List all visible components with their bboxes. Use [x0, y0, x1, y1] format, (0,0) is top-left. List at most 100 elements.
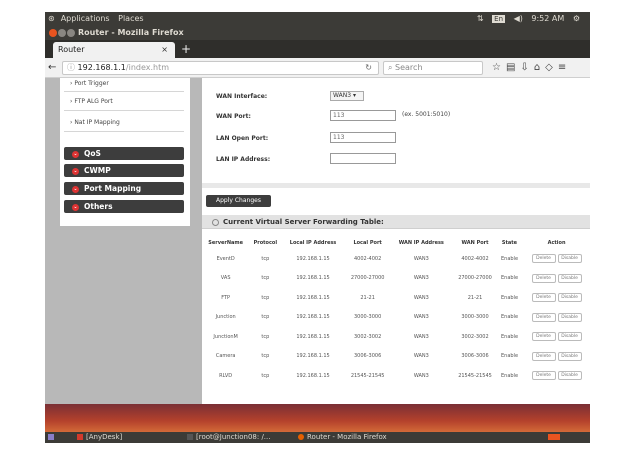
maximize-window-button[interactable]	[67, 29, 75, 37]
disable-button[interactable]: Disable	[557, 312, 582, 322]
table-cell: Enable	[500, 275, 519, 282]
disable-button[interactable]: Disable	[557, 332, 582, 342]
workspace-indicator[interactable]	[548, 432, 563, 443]
delete-button[interactable]: Delete	[531, 332, 556, 342]
sidebar-divider	[64, 131, 184, 132]
settings-gear-icon[interactable]: ⚙	[573, 14, 580, 23]
sidebar-divider	[64, 91, 184, 92]
table-cell: WAN3	[413, 333, 429, 340]
table-cell: tcp	[261, 353, 270, 360]
sidebar-link-ftp-alg-port[interactable]: › FTP ALG Port	[70, 98, 113, 105]
forwarding-table-section: Current Virtual Server Forwarding Table:…	[202, 215, 590, 404]
disable-button[interactable]: Disable	[557, 371, 582, 381]
table-cell: 192.168.1.15	[296, 372, 330, 379]
show-desktop-icon[interactable]	[48, 432, 57, 443]
table-cell: Enable	[500, 333, 519, 340]
table-cell: 192.168.1.15	[296, 294, 330, 301]
sidebar-menu-cwmp[interactable]: ⌄ CWMP	[64, 164, 184, 177]
applications-menu[interactable]: Applications	[61, 14, 110, 23]
table-cell-actions: Delete Disable	[521, 347, 590, 367]
table-cell: 3006-3006	[354, 353, 382, 360]
close-window-button[interactable]	[49, 29, 57, 37]
table-cell: 192.168.1.15	[296, 255, 330, 262]
terminal-icon	[187, 434, 193, 440]
bookmark-star-icon[interactable]: ☆	[492, 62, 506, 73]
places-menu[interactable]: Places	[118, 14, 143, 23]
navigation-bar: ← ⓘ 192.168.1.1/index.htm ↻ ⌕ Search ☆▤⇩…	[45, 58, 590, 78]
table-cell: 3002-3002	[354, 333, 382, 340]
url-path: /index.htm	[125, 63, 170, 72]
delete-button[interactable]: Delete	[531, 273, 556, 283]
lan-ip-address-label: LAN IP Address:	[216, 156, 271, 163]
delete-button[interactable]: Delete	[531, 371, 556, 381]
clock[interactable]: 9:52 AM	[531, 14, 564, 23]
wan-port-input[interactable]: 113	[330, 110, 396, 121]
table-cell: 192.168.1.15	[296, 333, 330, 340]
lan-ip-address-input[interactable]	[330, 153, 396, 164]
search-placeholder: Search	[395, 63, 423, 72]
top-panel: ⊛ Applications Places ⇅ En ◀) 9:52 AM ⚙	[45, 12, 590, 26]
taskbar: [AnyDesk] [root@Junction08: /... Router …	[45, 432, 590, 443]
delete-button[interactable]: Delete	[531, 254, 556, 264]
table-cell: WAN3	[413, 275, 429, 282]
disable-button[interactable]: Disable	[557, 254, 582, 264]
sidebar-menu-others[interactable]: ⌄ Others	[64, 200, 184, 213]
sidebar-link-port-trigger[interactable]: › Port Trigger	[70, 80, 109, 87]
sidebar-menu-qos[interactable]: ⌄ QoS	[64, 147, 184, 160]
toolbar-icons: ☆▤⇩⌂◇≡	[492, 61, 571, 75]
download-icon[interactable]: ⇩	[520, 62, 533, 73]
taskbar-item-firefox[interactable]: Router - Mozilla Firefox	[298, 432, 387, 443]
column-header: Protocol	[253, 239, 278, 246]
column-header: WAN IP Address	[398, 239, 444, 246]
reload-icon[interactable]: ↻	[365, 62, 372, 74]
delete-button[interactable]: Delete	[531, 351, 556, 361]
sidebar: › Port Trigger › FTP ALG Port › Nat IP M…	[60, 78, 190, 226]
ubuntu-logo-icon[interactable]: ⊛	[48, 14, 55, 23]
menu-icon[interactable]: ≡	[558, 62, 571, 73]
url-bar[interactable]: ⓘ 192.168.1.1/index.htm ↻	[62, 61, 379, 75]
tab-router[interactable]: Router ×	[53, 42, 175, 58]
table-cell: WAN3	[413, 314, 429, 321]
table-cell: WAN3	[413, 353, 429, 360]
table-cell: Enable	[500, 314, 519, 321]
forwarding-table-title[interactable]: Current Virtual Server Forwarding Table:	[202, 215, 590, 229]
search-input[interactable]: ⌕ Search	[383, 61, 483, 75]
new-tab-button[interactable]: +	[181, 41, 191, 57]
collapse-circle-icon[interactable]	[212, 218, 219, 226]
pocket-icon[interactable]: ◇	[545, 62, 558, 73]
column-header: Local Port	[353, 239, 382, 246]
delete-button[interactable]: Delete	[531, 312, 556, 322]
sidebar-menu-port-mapping[interactable]: ⌄ Port Mapping	[64, 182, 184, 195]
table-cell: 192.168.1.15	[296, 314, 330, 321]
apply-changes-button[interactable]: Apply Changes	[206, 195, 271, 207]
disable-button[interactable]: Disable	[557, 273, 582, 283]
table-cell: VAS	[220, 275, 231, 282]
table-cell: Enable	[500, 294, 519, 301]
table-cell: 21545-21545	[458, 372, 492, 379]
volume-icon[interactable]: ◀)	[514, 14, 523, 23]
tab-strip: Router × +	[45, 40, 590, 58]
taskbar-item-terminal[interactable]: [root@Junction08: /...	[187, 432, 270, 443]
forwarding-table: ServerName Protocol Local IP Address Loc…	[202, 236, 590, 386]
table-cell: 3006-3006	[461, 353, 489, 360]
library-icon[interactable]: ▤	[506, 62, 520, 73]
column-header: ServerName	[208, 239, 244, 246]
home-icon[interactable]: ⌂	[534, 62, 545, 73]
firefox-icon	[298, 434, 304, 440]
table-row: VAS tcp 192.168.1.15 27000-27000 WAN3 27000-2…	[202, 269, 590, 289]
form-divider	[202, 183, 590, 188]
wan-interface-select[interactable]: WAN3 ▾	[330, 91, 364, 101]
disable-button[interactable]: Disable	[557, 351, 582, 361]
keyboard-layout-indicator[interactable]: En	[492, 15, 506, 23]
close-tab-icon[interactable]: ×	[161, 42, 168, 58]
minimize-window-button[interactable]	[58, 29, 66, 37]
delete-button[interactable]: Delete	[531, 293, 556, 303]
column-header: WAN Port	[461, 239, 489, 246]
lan-open-port-input[interactable]: 113	[330, 132, 396, 143]
taskbar-item-anydesk[interactable]: [AnyDesk]	[77, 432, 122, 443]
disable-button[interactable]: Disable	[557, 293, 582, 303]
network-icon[interactable]: ⇅	[477, 14, 484, 23]
sidebar-link-nat-ip-mapping[interactable]: › Nat IP Mapping	[70, 119, 120, 126]
info-icon[interactable]: ⓘ	[67, 63, 75, 72]
back-arrow-icon[interactable]: ←	[48, 61, 56, 75]
